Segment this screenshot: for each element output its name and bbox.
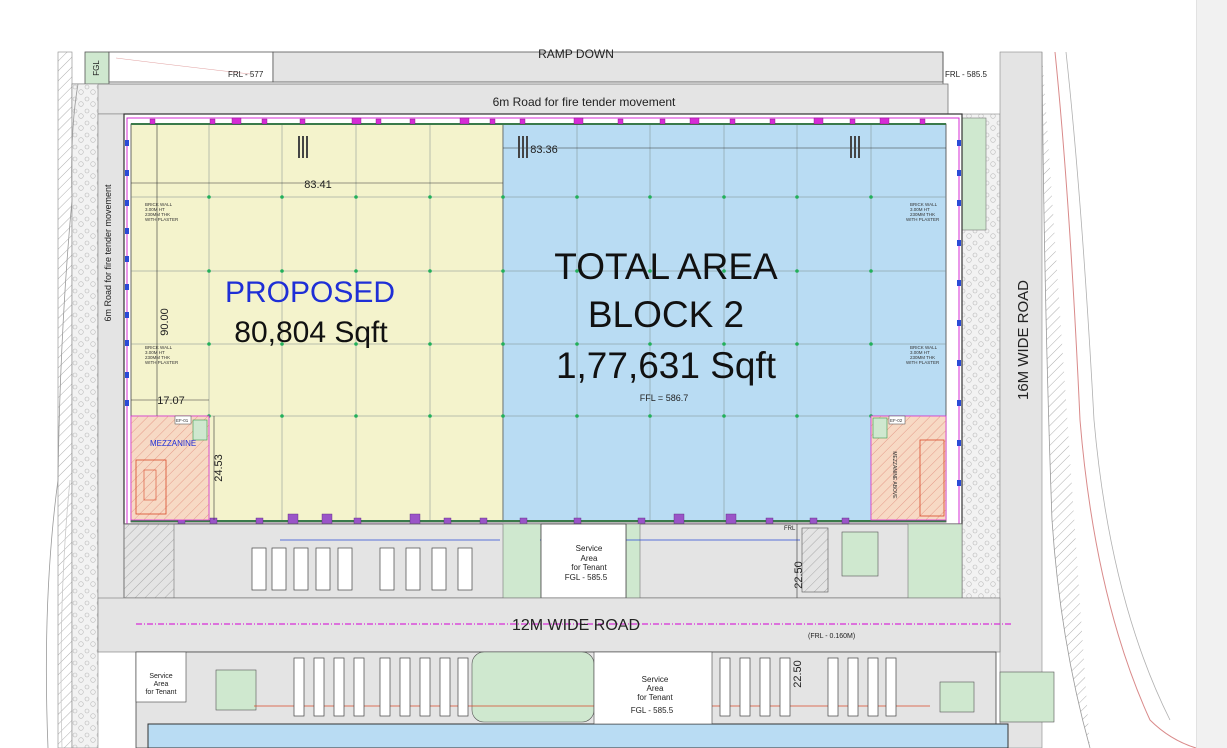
svg-text:WITH PLASTER: WITH PLASTER bbox=[906, 217, 940, 222]
service-bm-line4: FGL - 585.5 bbox=[631, 706, 674, 715]
frl-585-top-label: FRL - 585.5 bbox=[945, 70, 987, 79]
svg-text:WITH PLASTER: WITH PLASTER bbox=[145, 360, 179, 365]
mezzanine-above-note: MEZZANINE ABOVE bbox=[891, 451, 897, 499]
dim-ramp-1: 22.50 bbox=[793, 561, 805, 589]
frl-small-label: FRL bbox=[784, 526, 796, 532]
road-16m-label: 16M WIDE ROAD bbox=[1015, 280, 1032, 400]
service-bm-line2: Area bbox=[647, 684, 664, 693]
dim-width-left: 83.41 bbox=[304, 179, 332, 191]
vertical-scrollbar[interactable] bbox=[1196, 0, 1227, 748]
brick-wall-note-right-bottom: BRICK WALL 3.00M HT 230MM THK WITH PLAST… bbox=[906, 345, 940, 365]
mezzanine-right bbox=[870, 415, 947, 521]
dim-ramp-2: 22.50 bbox=[792, 660, 804, 688]
dim-mezz-width: 17.07 bbox=[157, 395, 185, 407]
service-bl-line1: Service bbox=[149, 673, 172, 680]
service-top-line4: FGL - 585.5 bbox=[565, 573, 608, 582]
ramp-down-label: RAMP DOWN bbox=[538, 47, 614, 61]
ef-01-label: EF-01 bbox=[176, 418, 189, 423]
proposed-title: PROPOSED bbox=[225, 276, 395, 309]
service-bm-line1: Service bbox=[642, 675, 669, 684]
fgl-corner-label: FGL bbox=[92, 60, 101, 76]
svg-text:WITH PLASTER: WITH PLASTER bbox=[145, 217, 179, 222]
fire-road-top-label: 6m Road for fire tender movement bbox=[493, 95, 676, 109]
ffl-label: FFL = 586.7 bbox=[640, 393, 688, 403]
site-plan-drawing: RAMP DOWN FGL FRL - 577 FRL - 585.5 6m R… bbox=[45, 47, 1197, 748]
fire-road-left-label: 6m Road for fire tender movement bbox=[103, 184, 113, 322]
svg-text:WITH PLASTER: WITH PLASTER bbox=[906, 360, 940, 365]
mezzanine-label: MEZZANINE bbox=[150, 439, 196, 448]
dim-mezz-height: 24.53 bbox=[213, 454, 225, 482]
service-top-line2: Area bbox=[581, 554, 598, 563]
total-area-line1: TOTAL AREA bbox=[554, 246, 778, 287]
service-bl-line3: for Tenant bbox=[145, 689, 176, 696]
proposed-area-text: 80,804 Sqft bbox=[234, 316, 388, 349]
brick-wall-note-right-top: BRICK WALL 3.00M HT 230MM THK WITH PLAST… bbox=[906, 202, 940, 222]
dim-width-right: 83.36 bbox=[530, 144, 558, 156]
service-bl-line2: Area bbox=[154, 681, 169, 688]
service-bm-line3: for Tenant bbox=[637, 693, 673, 702]
dim-height: 90.00 bbox=[159, 308, 171, 336]
frl-577-label: FRL - 577 bbox=[228, 70, 264, 79]
mezzanine-left bbox=[130, 415, 210, 521]
road-12m-label: 12M WIDE ROAD bbox=[512, 617, 640, 634]
total-area-sqft: 1,77,631 Sqft bbox=[556, 345, 777, 386]
frl-0160-label: (FRL - 0.160M) bbox=[808, 633, 855, 640]
ef-02-label: EF-02 bbox=[890, 418, 903, 423]
service-top-line3: for Tenant bbox=[571, 563, 607, 572]
total-area-line2: BLOCK 2 bbox=[588, 294, 744, 335]
service-top-line1: Service bbox=[576, 544, 603, 553]
